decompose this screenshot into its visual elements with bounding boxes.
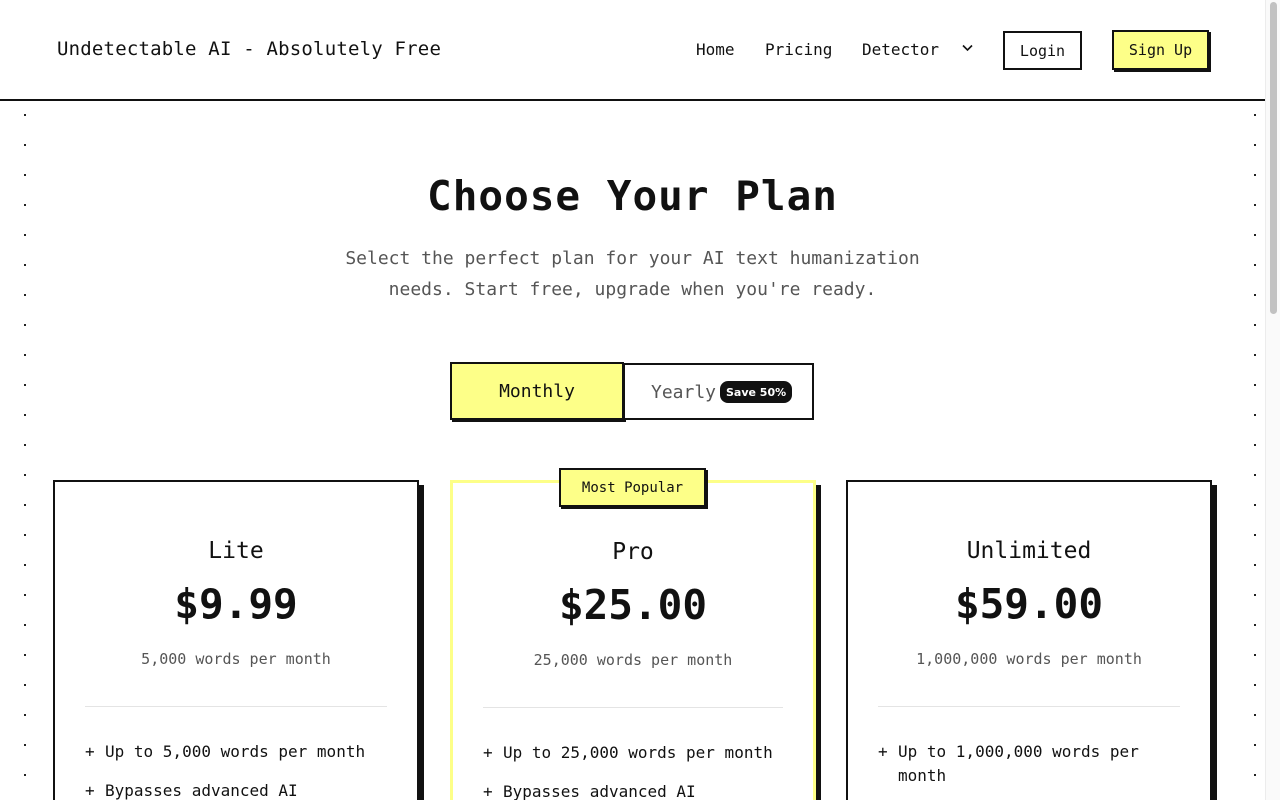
feature-list: Up to 5,000 words per month Bypasses adv… [85, 740, 393, 800]
decorative-dot [24, 504, 26, 506]
decorative-dot [24, 324, 26, 326]
page-scrollbar[interactable] [1265, 0, 1280, 800]
decorative-dot [24, 294, 26, 296]
divider [85, 706, 387, 707]
decorative-dot [1254, 264, 1256, 266]
nav-home-link[interactable]: Home [696, 40, 735, 59]
plan-price: $59.00 [954, 580, 1104, 628]
decorative-dot [1254, 654, 1256, 656]
site-header: Undetectable AI - Absolutely Free Home P… [0, 0, 1265, 101]
decorative-dot [24, 624, 26, 626]
plan-price: $9.99 [174, 580, 298, 628]
decorative-dot [1254, 474, 1256, 476]
decorative-dot [24, 414, 26, 416]
plan-card-pro: Pro $25.00 25,000 words per month Up to … [450, 480, 816, 800]
brand-logo-text[interactable]: Undetectable AI - Absolutely Free [57, 38, 441, 60]
signup-button[interactable]: Sign Up [1112, 30, 1209, 70]
decorative-dot [1254, 294, 1256, 296]
decorative-dot [24, 384, 26, 386]
decorative-dot [1254, 354, 1256, 356]
decorative-dot [24, 264, 26, 266]
plan-word-limit: 5,000 words per month [141, 650, 331, 668]
plan-card-unlimited: Unlimited $59.00 1,000,000 words per mon… [846, 480, 1212, 800]
decorative-dot [1254, 594, 1256, 596]
billing-yearly-toggle[interactable]: Yearly Save 50% [623, 363, 814, 420]
decorative-dot [24, 684, 26, 686]
divider [878, 706, 1180, 707]
decorative-dot [1254, 744, 1256, 746]
feature-item: Bypasses advanced AI [85, 779, 393, 800]
decorative-dot [1254, 234, 1256, 236]
decorative-dot [1254, 624, 1256, 626]
decorative-dot [24, 444, 26, 446]
decorative-dot [24, 564, 26, 566]
decorative-dot [1254, 504, 1256, 506]
nav-pricing-link[interactable]: Pricing [765, 40, 832, 59]
plan-price: $25.00 [558, 581, 708, 629]
plan-name: Pro [612, 539, 654, 565]
yearly-label: Yearly [651, 382, 717, 403]
plan-card-lite: Lite $9.99 5,000 words per month Up to 5… [53, 480, 419, 800]
nav-detector-dropdown[interactable]: Detector [862, 40, 939, 59]
decorative-dot [1254, 564, 1256, 566]
decorative-dot [1254, 144, 1256, 146]
save-badge: Save 50% [720, 381, 793, 403]
feature-item: Up to 1,000,000 words per month [878, 740, 1186, 788]
billing-monthly-toggle[interactable]: Monthly [450, 362, 624, 420]
decorative-dot [1254, 324, 1256, 326]
feature-item: Up to 25,000 words per month [483, 741, 789, 765]
divider [483, 707, 783, 708]
feature-list: Up to 1,000,000 words per month [878, 740, 1186, 800]
chevron-down-icon[interactable] [962, 44, 973, 52]
decorative-dot [24, 714, 26, 716]
decorative-dot [1254, 384, 1256, 386]
decorative-dot [24, 474, 26, 476]
scrollbar-thumb[interactable] [1270, 2, 1277, 314]
decorative-dot [24, 354, 26, 356]
decorative-dot [1254, 114, 1256, 116]
feature-item: Bypasses advanced AI [483, 780, 789, 800]
decorative-dot [24, 144, 26, 146]
decorative-dot [1254, 684, 1256, 686]
decorative-dot [24, 774, 26, 776]
decorative-dot [24, 114, 26, 116]
decorative-dot [24, 234, 26, 236]
decorative-dot [1254, 534, 1256, 536]
decorative-dot [24, 654, 26, 656]
decorative-dot [24, 594, 26, 596]
plan-name: Unlimited [966, 538, 1092, 564]
decorative-dot [24, 744, 26, 746]
decorative-dot [24, 534, 26, 536]
feature-item: Up to 5,000 words per month [85, 740, 393, 764]
page-title: Choose Your Plan [427, 172, 838, 220]
login-button[interactable]: Login [1003, 31, 1082, 70]
plan-word-limit: 25,000 words per month [533, 651, 733, 669]
decorative-dot [1254, 444, 1256, 446]
page-subtitle: Select the perfect plan for your AI text… [345, 248, 920, 300]
decorative-dot [1254, 774, 1256, 776]
most-popular-badge: Most Popular [559, 468, 706, 507]
feature-list: Up to 25,000 words per month Bypasses ad… [483, 741, 789, 800]
decorative-dot [1254, 714, 1256, 716]
decorative-dot [1254, 414, 1256, 416]
plan-word-limit: 1,000,000 words per month [916, 650, 1142, 668]
plan-name: Lite [208, 538, 264, 564]
